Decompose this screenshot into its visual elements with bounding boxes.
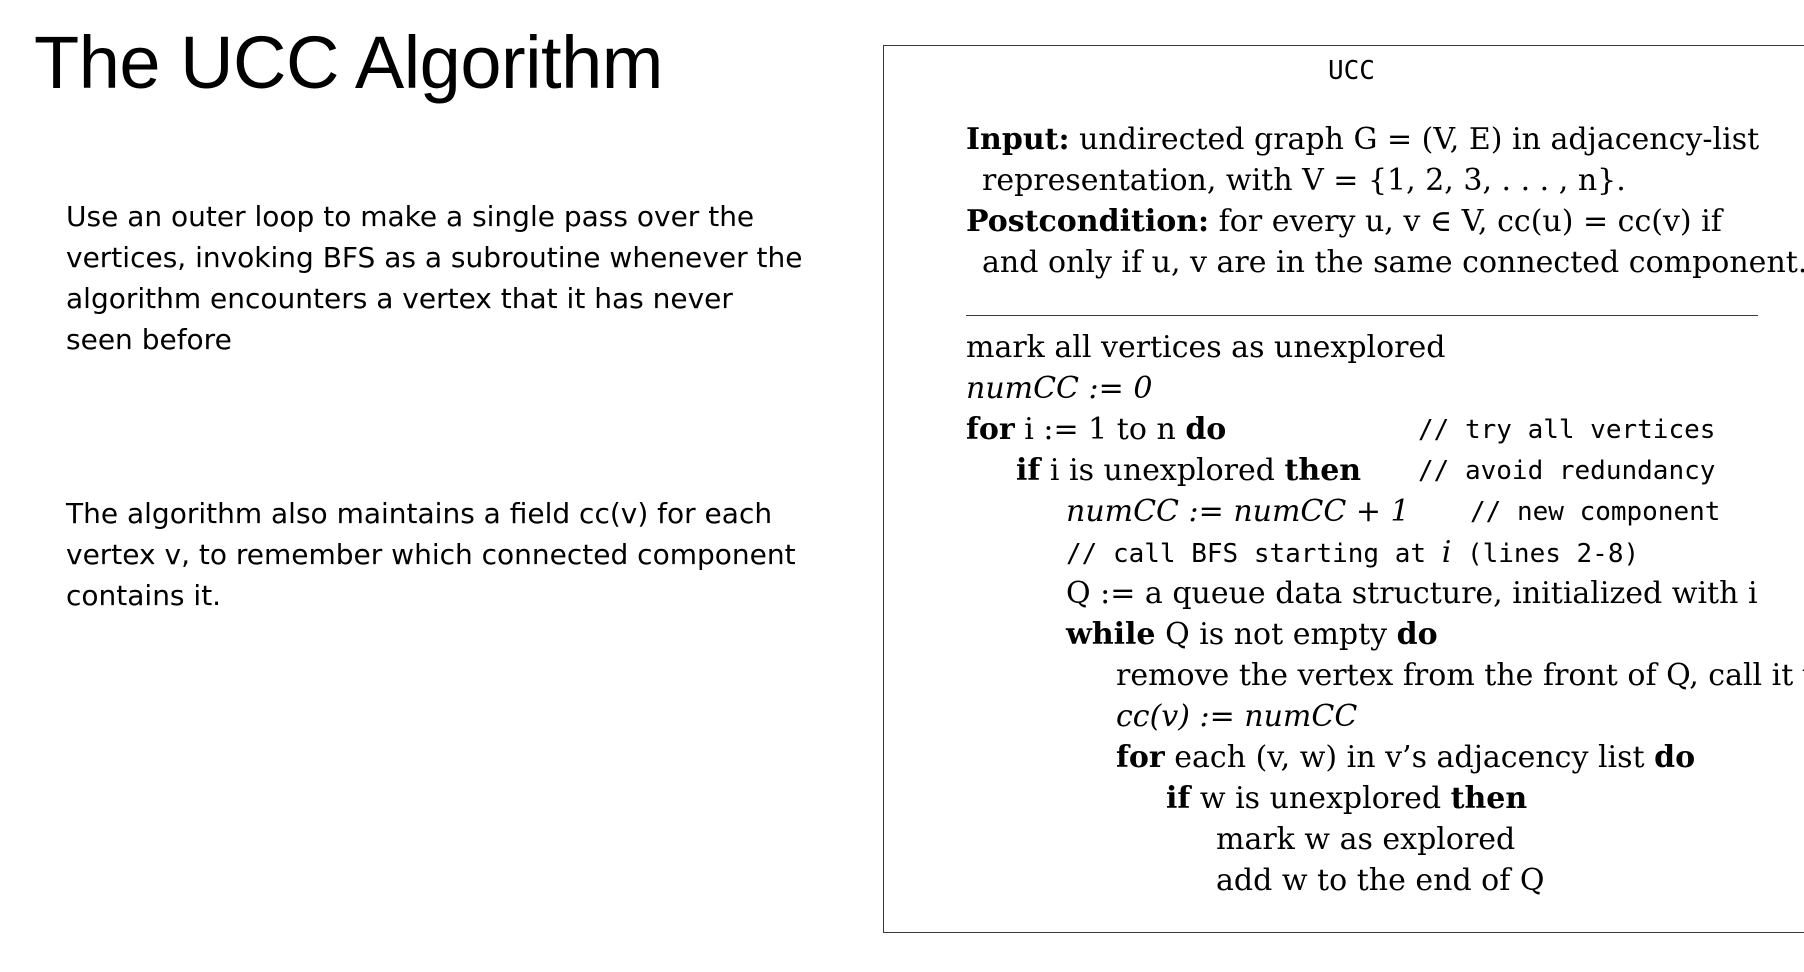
pseudocode-comment-3: // try all vertices (1418, 415, 1716, 445)
description-paragraph-loop: Use an outer loop to make a single pass … (66, 200, 803, 356)
pseudocode-line-9: remove the vertex from the front of Q, c… (1116, 658, 1804, 693)
algorithm-title: UCC (1328, 56, 1375, 86)
pseudocode-line-14: add w to the end of Q (1216, 863, 1545, 898)
input-line-2: representation, with V = {1, 2, 3, . . .… (982, 163, 1626, 198)
pseudocode-comment-5: // new component (1470, 497, 1721, 527)
pseudocode-line-1: mark all vertices as unexplored (966, 330, 1446, 365)
postcondition-line-1: Postcondition: for every u, v ∈ V, cc(u)… (966, 204, 1722, 239)
postcondition-line-2: and only if u, v are in the same connect… (982, 245, 1804, 280)
pseudocode-line-5: numCC := numCC + 1 (1066, 494, 1410, 529)
postcondition-label: Postcondition: (966, 204, 1210, 239)
description-paragraph-cc-field: The algorithm also maintains a field cc(… (66, 497, 796, 612)
pseudocode-line-12: if w is unexplored then (1166, 781, 1528, 816)
input-label: Input: (966, 122, 1070, 157)
pseudocode-line-13: mark w as explored (1216, 822, 1516, 857)
pseudocode-comment-4: // avoid redundancy (1418, 456, 1716, 486)
pseudocode-line-7: Q := a queue data structure, initialized… (1066, 576, 1758, 611)
separator-rule (966, 315, 1758, 316)
pseudocode-line-3: for i := 1 to n do (966, 412, 1227, 447)
pseudocode-line-8: while Q is not empty do (1066, 617, 1438, 652)
slide-title: The UCC Algorithm (34, 21, 663, 104)
pseudocode-line-4: if i is unexplored then (1016, 453, 1362, 488)
input-line-1: Input: undirected graph G = (V, E) in ad… (966, 122, 1760, 157)
pseudocode-line-11: for each (v, w) in v’s adjacency list do (1116, 740, 1696, 775)
pseudocode-line-10: cc(v) := numCC (1116, 699, 1358, 734)
pseudocode-line-2: numCC := 0 (966, 371, 1153, 406)
pseudocode-line-6: // call BFS starting at i (lines 2-8) (1066, 535, 1640, 570)
